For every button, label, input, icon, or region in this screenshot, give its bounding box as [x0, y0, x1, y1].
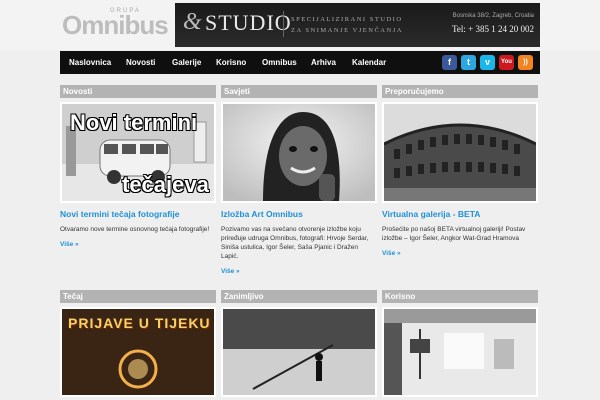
thumb-caption-2: tečajeva [122, 172, 209, 197]
column-novosti: Novosti Novi termini tečajeva Novi termi… [60, 85, 216, 248]
nav-item-omnibus[interactable]: Omnibus [262, 51, 297, 74]
column-tecaj: Tečaj PRIJAVE U TIJEKU [60, 290, 216, 397]
column-korisno: Korisno [382, 290, 538, 397]
banner-address: Bosnska 38/2, Zagreb, Croatia [452, 13, 534, 19]
twitter-icon[interactable]: t [461, 55, 476, 70]
nav-item-naslovnica[interactable]: Naslovnica [69, 51, 111, 74]
nav-item-arhiva[interactable]: Arhiva [311, 51, 336, 74]
column-heading: Novosti [60, 85, 216, 98]
banner-amp: & [183, 9, 202, 35]
banner-studio: STUDIO [205, 10, 292, 35]
read-more-link[interactable]: Više » [382, 250, 538, 257]
thumb-caption: PRIJAVE U TIJEKU [68, 315, 211, 331]
column-heading: Savjeti [221, 85, 377, 98]
studio-thumbnail[interactable] [382, 307, 538, 397]
article-title[interactable]: Virtualna galerija - BETA [382, 209, 538, 219]
column-heading: Tečaj [60, 290, 216, 303]
nav-item-kalendar[interactable]: Kalendar [352, 51, 386, 74]
girl-portrait-photo [223, 104, 375, 201]
banner-telephone: Tel: + 385 1 24 20 002 [452, 24, 534, 34]
youtube-icon[interactable]: You [499, 55, 514, 70]
column-zanimljivo: Zanimljivo [221, 290, 377, 397]
vimeo-icon[interactable]: v [480, 55, 495, 70]
column-preporucujemo: Preporučujemo Virtualna galerija - BETA … [382, 85, 538, 257]
studio-room-photo [384, 309, 536, 395]
article-title[interactable]: Novi termini tečaja fotografije [60, 209, 216, 219]
nav-item-galerije[interactable]: Galerije [172, 51, 201, 74]
column-heading: Korisno [382, 290, 538, 303]
read-more-link[interactable]: Više » [221, 268, 377, 275]
rss-icon[interactable]: )) [518, 55, 533, 70]
nav-item-korisno[interactable]: Korisno [216, 51, 246, 74]
site-header: GRUPA Omnibus & STUDIO SPECIJALIZIRANI S… [0, 0, 600, 50]
course-thumbnail[interactable]: PRIJAVE U TIJEKU [60, 307, 216, 397]
facebook-icon[interactable]: f [442, 55, 457, 70]
exhibition-thumbnail[interactable] [221, 102, 377, 203]
logo-text: Omnibus [62, 10, 169, 40]
site-logo[interactable]: GRUPA Omnibus [62, 8, 172, 42]
main-nav: Naslovnica Novosti Galerije Korisno Omni… [60, 51, 540, 74]
nav-item-novosti[interactable]: Novosti [126, 51, 155, 74]
gallery-thumbnail[interactable] [382, 102, 538, 203]
article-excerpt: Prošećite po našoj BETA virtualnoj galer… [382, 226, 526, 242]
banner-tagline-2: ZA SNIMANJE VJENČANJA [291, 27, 403, 34]
thumb-caption-1: Novi termini [70, 110, 198, 135]
column-savjeti: Savjeti Izložba Art Omnibus Pozivamo vas… [221, 85, 377, 275]
article-title[interactable]: Izložba Art Omnibus [221, 209, 377, 219]
column-heading: Preporučujemo [382, 85, 538, 98]
fisherman-photo [223, 309, 375, 395]
article-excerpt: Otvaramo nove termine osnovnog tečaja fo… [60, 226, 210, 233]
column-heading: Zanimljivo [221, 290, 377, 303]
banner-divider [283, 11, 284, 37]
news-thumbnail[interactable]: Novi termini tečajeva [60, 102, 216, 203]
building-photo [384, 104, 536, 201]
interesting-thumbnail[interactable] [221, 307, 377, 397]
read-more-link[interactable]: Više » [60, 241, 216, 248]
studio-banner[interactable]: & STUDIO SPECIJALIZIRANI STUDIO ZA SNIMA… [175, 3, 540, 47]
banner-tagline-1: SPECIJALIZIRANI STUDIO [291, 16, 403, 23]
article-excerpt: Pozivamo vas na svečano otvorenje izložb… [221, 226, 369, 260]
